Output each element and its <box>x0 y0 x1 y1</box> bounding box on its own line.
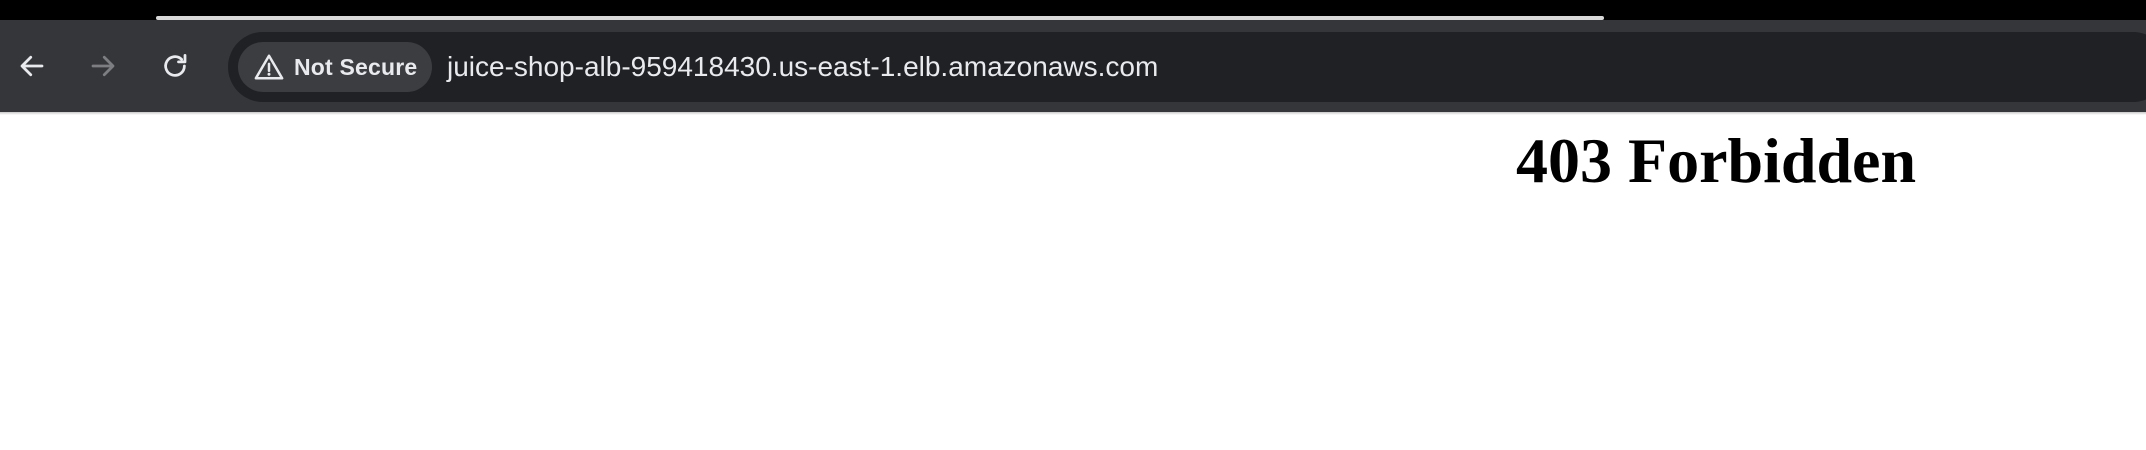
tab-strip <box>0 0 2146 20</box>
back-button[interactable] <box>12 46 52 86</box>
page-title: 403 Forbidden <box>1515 125 1917 196</box>
reload-button[interactable] <box>155 46 195 86</box>
page-content: 403 Forbidden <box>0 115 2146 450</box>
url-text[interactable]: juice-shop-alb-959418430.us-east-1.elb.a… <box>447 32 1158 102</box>
arrow-left-icon <box>20 55 44 77</box>
security-label: Not Secure <box>294 53 418 80</box>
browser-window: Not Secure juice-shop-alb-959418430.us-e… <box>0 0 2146 450</box>
address-bar[interactable]: Not Secure juice-shop-alb-959418430.us-e… <box>228 32 2146 102</box>
browser-toolbar: Not Secure juice-shop-alb-959418430.us-e… <box>0 20 2146 114</box>
reload-icon <box>164 54 187 77</box>
warning-triangle-icon <box>254 53 284 81</box>
arrow-right-icon <box>91 55 115 77</box>
security-indicator-chip[interactable]: Not Secure <box>238 42 432 92</box>
forward-button[interactable] <box>83 46 123 86</box>
